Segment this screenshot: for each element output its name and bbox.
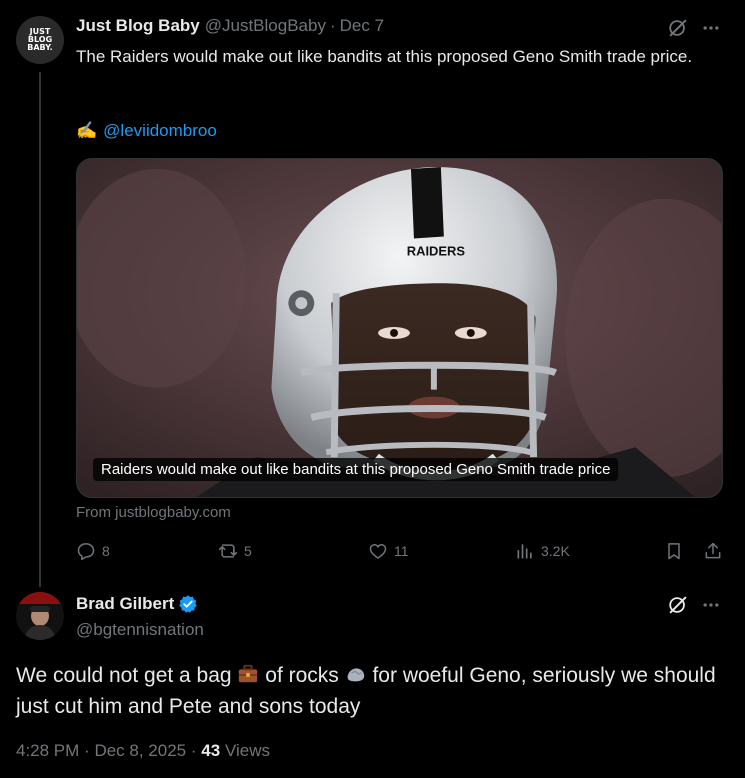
mention-link[interactable]: @leviidombroo [103,119,217,143]
share-button[interactable] [703,537,723,565]
post-date[interactable]: Dec 8, 2025 [94,741,186,760]
verified-badge-icon[interactable] [178,594,198,614]
card-caption: Raiders would make out like bandits at t… [93,458,619,481]
more-options-icon[interactable] [701,595,721,615]
reply-icon [77,543,95,561]
tweet-mention-line: ✍️ @leviidombroo [76,119,217,143]
separator: · [190,741,197,760]
separator: · [84,741,90,760]
reply-header: Brad Gilbert [76,594,198,614]
tweet-text-part: We could not get a bag [16,664,238,687]
repost-button[interactable]: 5 [218,537,252,565]
separator: · [329,16,336,35]
link-card[interactable]: RAIDERS Raiders would make out like band… [76,158,723,498]
writing-hand-emoji: ✍️ [76,121,98,140]
post-time[interactable]: 4:28 PM [16,741,79,760]
author-name[interactable]: Just Blog Baby [76,16,200,36]
bookmark-icon [668,543,680,560]
reply-button[interactable]: 8 [76,537,110,565]
analytics-icon [517,544,532,559]
thread-connector-line [39,72,41,587]
tweet-text: The Raiders would make out like bandits … [76,47,693,66]
repost-count: 5 [244,543,252,559]
tweet-text: We could not get a bag of rocks for woef… [16,660,728,722]
helmet-text: RAIDERS [407,243,466,258]
tweet-actions: 8 5 11 3.2K [76,537,724,565]
views-count: 43 [201,741,221,760]
views-label: Views [224,741,270,760]
post-metadata: 4:28 PM · Dec 8, 2025 · 43 Views [16,741,270,761]
author-handle[interactable]: @bgtennisnation [76,620,204,640]
card-source[interactable]: From justblogbaby.com [76,504,231,521]
grok-icon[interactable] [667,594,689,616]
heart-icon [369,544,387,559]
share-icon [705,542,721,559]
avatar[interactable] [16,592,64,640]
tweet-text-part: of rocks [259,664,345,687]
author-handle[interactable]: @JustBlogBaby [205,16,326,36]
like-button[interactable]: 11 [368,537,409,565]
rock-emoji [347,668,364,682]
avatar[interactable]: JUST BLOG BABY. [16,16,64,64]
author-name[interactable]: Brad Gilbert [76,594,174,614]
avatar-image [16,592,64,640]
repost-icon [218,544,238,558]
more-options-icon[interactable] [701,18,721,38]
card-image: RAIDERS [77,159,722,497]
post-date[interactable]: Dec 7 [340,16,384,36]
view-count: 3.2K [541,543,570,559]
bookmark-button[interactable] [664,537,684,565]
like-count: 11 [394,543,409,559]
views-button[interactable]: 3.2K [515,537,570,565]
avatar-text-line: BABY. [27,43,53,52]
briefcase-emoji [239,664,258,683]
reply-count: 8 [102,543,110,559]
grok-icon[interactable] [667,17,689,39]
tweet-header: Just Blog Baby @JustBlogBaby · Dec 7 [76,16,384,36]
